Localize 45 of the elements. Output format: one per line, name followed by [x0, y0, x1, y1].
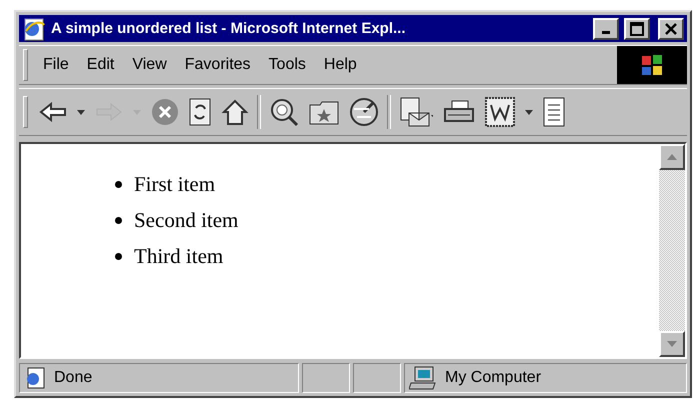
close-button[interactable]	[658, 18, 684, 40]
up-arrow-icon	[667, 154, 677, 160]
close-icon	[665, 22, 677, 34]
window-title: A simple unordered list - Microsoft Internet Expl...	[51, 20, 406, 37]
bullet-icon	[115, 180, 122, 188]
menu-item[interactable]: File	[34, 48, 78, 82]
computer-icon	[409, 366, 437, 390]
maximize-icon	[630, 22, 644, 36]
back-arrow-icon[interactable]	[39, 101, 67, 123]
document-icon[interactable]	[543, 97, 565, 127]
status-text: Done	[54, 369, 92, 387]
windows-logo	[617, 46, 687, 84]
maximize-button[interactable]	[624, 18, 650, 40]
menu-item[interactable]: Favorites	[176, 48, 260, 82]
edit-page-icon[interactable]	[485, 97, 515, 127]
house-icon[interactable]	[221, 98, 249, 126]
refresh-icon[interactable]	[189, 98, 211, 126]
list-item: Third item	[134, 243, 224, 270]
folder-icon[interactable]	[309, 99, 339, 125]
search-icon[interactable]	[269, 97, 299, 127]
scroll-down-button[interactable]	[659, 331, 685, 357]
bullet-icon	[115, 252, 122, 260]
caret-icon[interactable]	[77, 110, 85, 114]
down-arrow-icon	[667, 341, 677, 347]
menu-item[interactable]: Help	[314, 48, 366, 82]
globe-icon[interactable]	[349, 97, 379, 127]
caret-icon[interactable]	[525, 110, 533, 114]
list-item: First item	[134, 171, 216, 198]
menu-item[interactable]: Tools	[260, 48, 315, 82]
minimize-icon	[602, 30, 610, 34]
stop-icon[interactable]	[151, 98, 179, 126]
status-pane	[353, 363, 401, 393]
zone-text: My Computer	[445, 369, 542, 387]
menu-item[interactable]: Edit	[78, 48, 124, 82]
list-item: Second item	[134, 207, 238, 234]
menu-item[interactable]: View	[123, 48, 176, 82]
browser-logo-icon	[22, 16, 46, 40]
mail-icon[interactable]	[399, 97, 433, 127]
bullet-icon	[115, 216, 122, 224]
scrollbar[interactable]	[659, 144, 685, 357]
minimize-button[interactable]	[593, 18, 619, 40]
page-icon	[24, 367, 46, 389]
scroll-up-button[interactable]	[659, 144, 685, 170]
status-pane	[302, 363, 350, 393]
printer-icon[interactable]	[443, 99, 475, 125]
